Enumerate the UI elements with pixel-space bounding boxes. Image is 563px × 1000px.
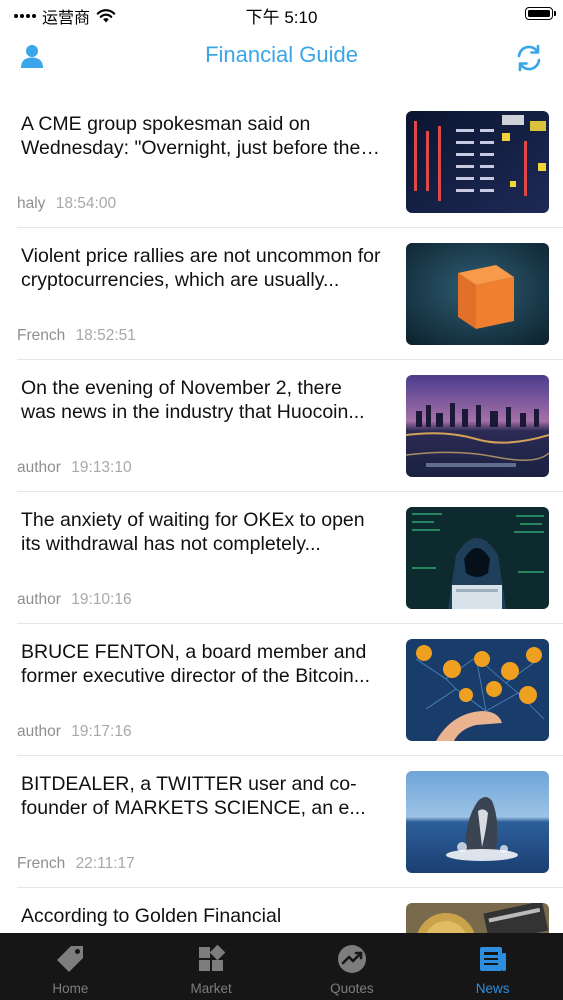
status-time: 下午 5:10 [245, 8, 318, 27]
news-meta: French 18:52:51 [17, 327, 136, 345]
orange-cube-image[interactable] [406, 243, 549, 345]
news-item[interactable]: On the evening of November 2, there was … [17, 360, 563, 492]
tab-label: Market [190, 981, 232, 996]
news-author: author [17, 591, 61, 608]
trend-icon [337, 945, 366, 973]
news-meta: haly 18:54:00 [17, 195, 116, 213]
stock-ticker-board-image[interactable] [406, 111, 549, 213]
nav-bar: Financial Guide [0, 30, 563, 82]
hooded-hacker-image[interactable] [406, 507, 549, 609]
news-title[interactable]: According to Golden Financial [21, 904, 381, 928]
tab-home[interactable]: Home [0, 933, 141, 1000]
battery-icon [525, 7, 556, 20]
app-screen: 运营商 下午 5:10 Financial Guide A CME group … [0, 0, 563, 1000]
news-title[interactable]: Violent price rallies are not uncommon f… [21, 244, 381, 292]
news-author: author [17, 459, 61, 476]
news-time: 19:10:16 [71, 591, 132, 608]
refresh-icon[interactable] [513, 42, 545, 74]
news-item[interactable]: Violent price rallies are not uncommon f… [17, 228, 563, 360]
news-meta: author 19:10:16 [17, 591, 132, 609]
page-title: Financial Guide [205, 42, 358, 67]
news-title[interactable]: A CME group spokesman said on Wednesday:… [21, 112, 381, 160]
bitcoin-coins-image[interactable] [406, 903, 549, 933]
news-item[interactable]: The anxiety of waiting for OKEx to open … [17, 492, 563, 624]
tab-news[interactable]: News [422, 933, 563, 1000]
news-title[interactable]: The anxiety of waiting for OKEx to open … [21, 508, 381, 556]
newspaper-icon [479, 947, 506, 971]
tab-quotes[interactable]: Quotes [282, 933, 423, 1000]
news-author: haly [17, 195, 46, 212]
tab-market[interactable]: Market [141, 933, 282, 1000]
news-time: 18:54:00 [55, 195, 117, 212]
bitcoin-network-image[interactable] [406, 639, 549, 741]
news-time: 19:17:16 [71, 723, 132, 740]
news-meta: author 19:13:10 [17, 459, 132, 477]
news-item[interactable]: A CME group spokesman said on Wednesday:… [17, 96, 563, 228]
status-bar: 运营商 下午 5:10 [0, 0, 563, 30]
news-item[interactable]: According to Golden Financial [17, 888, 563, 933]
news-list[interactable]: A CME group spokesman said on Wednesday:… [0, 96, 563, 933]
news-time: 19:13:10 [71, 459, 132, 476]
news-item[interactable]: BITDEALER, a TWITTER user and co-founder… [17, 756, 563, 888]
news-meta: author 19:17:16 [17, 723, 132, 741]
city-night-skyline-image[interactable] [406, 375, 549, 477]
tab-label: News [475, 981, 510, 996]
tag-icon [57, 946, 84, 972]
news-title[interactable]: BITDEALER, a TWITTER user and co-founder… [21, 772, 381, 820]
news-title[interactable]: On the evening of November 2, there was … [21, 376, 381, 424]
news-time: 18:52:51 [75, 327, 136, 344]
news-item[interactable]: BRUCE FENTON, a board member and former … [17, 624, 563, 756]
tab-label: Quotes [330, 981, 374, 996]
news-author: French [17, 855, 66, 872]
news-author: author [17, 723, 61, 740]
grid-icon [199, 944, 226, 971]
tab-label: Home [52, 981, 89, 996]
news-title[interactable]: BRUCE FENTON, a board member and former … [21, 640, 381, 688]
whale-breaching-image[interactable] [406, 771, 549, 873]
news-meta: French 22:11:17 [17, 855, 135, 873]
tab-bar: Home Market Quotes News [0, 933, 563, 1000]
news-time: 22:11:17 [75, 855, 135, 872]
news-author: French [17, 327, 66, 344]
